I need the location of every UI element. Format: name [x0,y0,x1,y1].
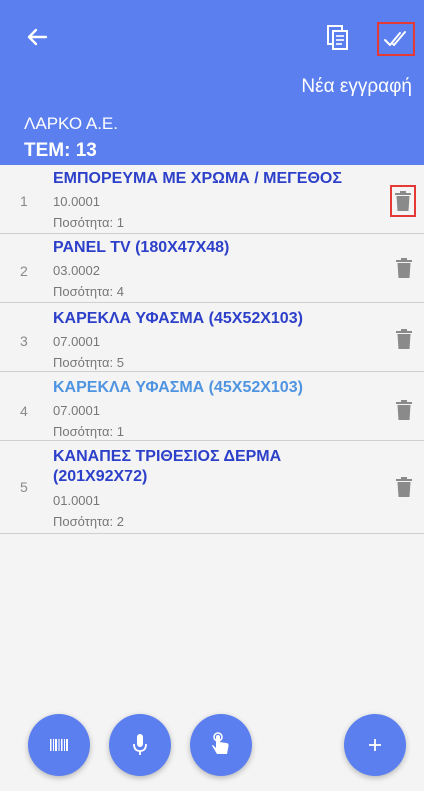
item-title: ΕΜΠΟΡΕΥΜΑ ΜΕ ΧΡΩΜΑ / ΜΕΓΕΘΟΣ [53,170,342,187]
trash-icon [396,400,412,420]
barcode-icon [50,739,68,751]
list-item[interactable]: 3 ΚΑΡΕΚΛΑ ΥΦΑΣΜΑ (45X52X103) 07.0001 Ποσ… [0,303,424,372]
delete-button[interactable] [396,258,418,282]
item-quantity: Ποσότητα: 1 [53,424,124,439]
back-button[interactable] [22,22,52,52]
item-count: ΤΕΜ: 13 [24,140,97,161]
item-title-line2: (201X92X72) [53,468,148,485]
confirm-button[interactable] [377,22,415,56]
touch-icon [212,732,229,754]
list-item[interactable]: 5 ΚΑΝΑΠΕΣ ΤΡΙΘΕΣΙΟΣ ΔΕΡΜΑ (201X92X72) 01… [0,441,424,534]
item-code: 10.0001 [53,194,100,209]
item-code: 01.0001 [53,493,100,508]
list-item[interactable]: 4 ΚΑΡΕΚΛΑ ΥΦΑΣΜΑ (45X52X103) 07.0001 Ποσ… [0,372,424,441]
add-button[interactable] [344,714,406,776]
trash-icon [396,329,412,349]
trash-icon [396,258,412,278]
item-title: ΚΑΡΕΚΛΑ ΥΦΑΣΜΑ (45X52X103) [53,379,303,396]
item-quantity: Ποσότητα: 5 [53,355,124,370]
item-number: 2 [20,263,28,279]
item-number: 4 [20,403,28,419]
plus-icon [369,739,381,751]
delete-button[interactable] [390,185,416,217]
list-item[interactable]: 1 ΕΜΠΟΡΕΥΜΑ ΜΕ ΧΡΩΜΑ / ΜΕΓΕΘΟΣ 10.0001 Π… [0,167,424,234]
item-quantity: Ποσότητα: 4 [53,284,124,299]
item-number: 1 [20,193,28,209]
item-quantity: Ποσότητα: 1 [53,215,124,230]
item-code: 07.0001 [53,403,100,418]
list-item[interactable]: 2 PANEL TV (180X47X48) 03.0002 Ποσότητα:… [0,234,424,303]
item-number: 5 [20,479,28,495]
microphone-button[interactable] [109,714,171,776]
item-title: ΚΑΡΕΚΛΑ ΥΦΑΣΜΑ (45X52X103) [53,310,303,327]
item-code: 03.0002 [53,263,100,278]
item-title: PANEL TV (180X47X48) [53,239,230,256]
trash-icon [395,191,411,211]
microphone-icon [133,734,147,755]
double-check-icon [384,31,406,46]
copy-button[interactable] [326,24,350,52]
copy-icon [327,25,348,50]
delete-button[interactable] [396,329,418,353]
trash-icon [396,477,412,497]
back-arrow-icon [27,28,48,46]
touch-button[interactable] [190,714,252,776]
item-quantity: Ποσότητα: 2 [53,514,124,529]
item-number: 3 [20,333,28,349]
delete-button[interactable] [396,477,418,501]
item-title-line1: ΚΑΝΑΠΕΣ ΤΡΙΘΕΣΙΟΣ ΔΕΡΜΑ [53,448,282,465]
app-header: Νέα εγγραφή ΛΑΡΚΟ Α.Ε. ΤΕΜ: 13 [0,0,424,165]
delete-button[interactable] [396,400,418,424]
item-code: 07.0001 [53,334,100,349]
item-list: 1 ΕΜΠΟΡΕΥΜΑ ΜΕ ΧΡΩΜΑ / ΜΕΓΕΘΟΣ 10.0001 Π… [0,167,424,534]
barcode-button[interactable] [28,714,90,776]
new-entry-label: Νέα εγγραφή [301,76,412,97]
company-name: ΛΑΡΚΟ Α.Ε. [24,114,118,133]
